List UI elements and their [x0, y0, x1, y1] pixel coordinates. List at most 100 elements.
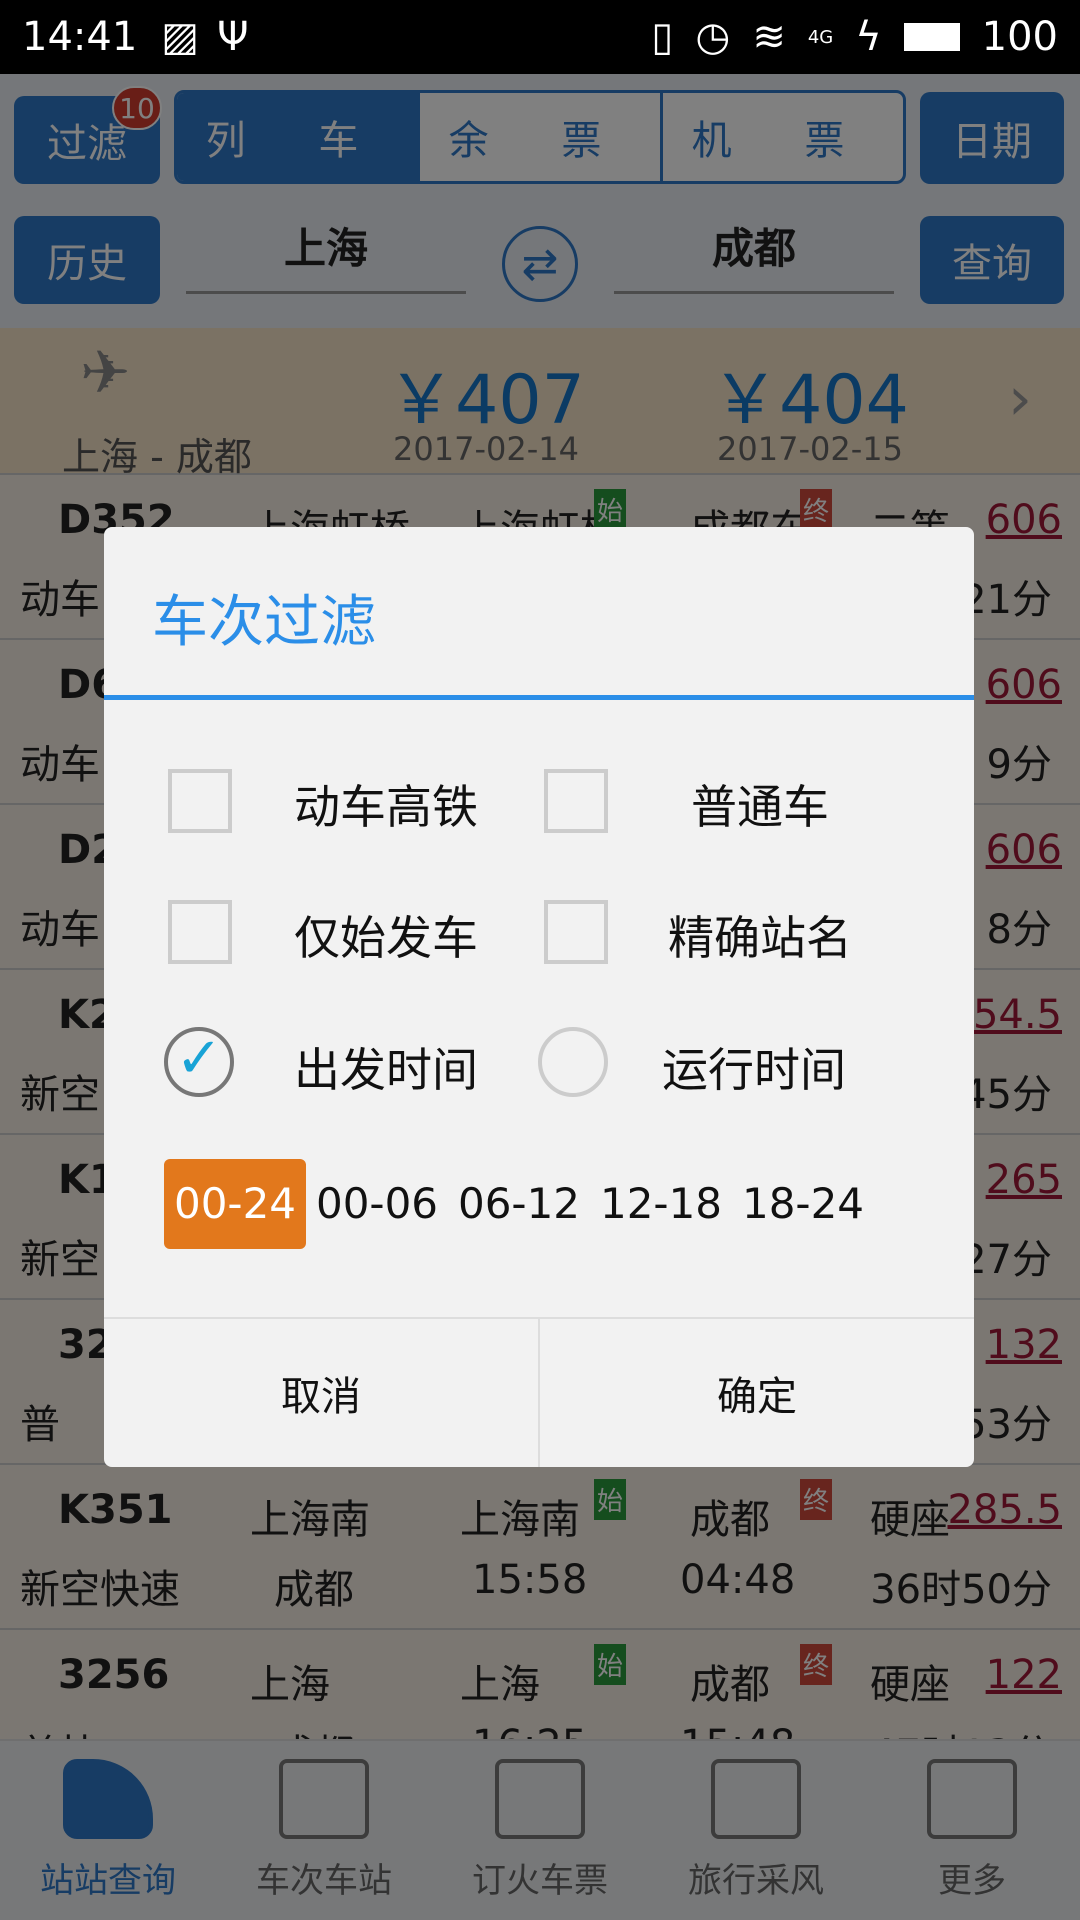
train-type: 新空快速 — [20, 1567, 180, 1613]
to-city[interactable]: 成都 — [614, 214, 894, 294]
train-type: 动车 — [20, 577, 100, 623]
flight-route: 上海 - 成都 — [62, 435, 252, 479]
chevron-right-icon[interactable]: › — [1008, 364, 1032, 434]
arrive-station: 成都 — [690, 1662, 770, 1708]
train-type: 新空 — [20, 1072, 100, 1118]
duration: 9分 — [986, 742, 1052, 788]
tab-remaining[interactable]: 余 票 — [417, 93, 660, 181]
ticket-price[interactable]: 285.5 — [947, 1487, 1062, 1533]
from-station: 上海 — [250, 1662, 330, 1708]
train-type: 动车 — [20, 742, 100, 788]
range-12-18[interactable]: 12-18 — [594, 1159, 728, 1249]
nav-train-station[interactable]: 车次车站 — [216, 1741, 432, 1920]
seat-type: 硬座 — [870, 1662, 950, 1708]
range-06-12[interactable]: 06-12 — [452, 1159, 586, 1249]
flight-date: 2017-02-15 — [717, 430, 903, 468]
ticket-price[interactable]: 54.5 — [973, 992, 1062, 1038]
filter-badge: 10 — [112, 86, 162, 130]
ticket-price[interactable]: 122 — [986, 1652, 1062, 1698]
flight-price: ￥407 — [387, 361, 585, 440]
flight-price: ￥404 — [711, 361, 909, 440]
alarm-icon: ◷ — [695, 14, 731, 60]
grid-icon — [927, 1759, 1017, 1839]
filter-dialog: 车次过滤 动车高铁 普通车 仅始发车 精确站名 ✓ 出发时间 运行时间 00-2… — [104, 527, 974, 1467]
ticket-icon — [495, 1759, 585, 1839]
ticket-price[interactable]: 606 — [986, 827, 1062, 873]
ticket-price[interactable]: 132 — [986, 1322, 1062, 1368]
duration: 45分 — [961, 1072, 1052, 1118]
option-label[interactable]: 精确站名 — [650, 902, 870, 968]
date-button[interactable]: 日期 — [920, 92, 1064, 184]
option-label[interactable]: 普通车 — [650, 771, 870, 837]
from-station: 上海南 — [250, 1497, 370, 1543]
header: 过滤 10 列 车 余 票 机 票 日期 历史 上海 ⇄ 成都 查询 — [0, 74, 1080, 328]
duration: 53分 — [961, 1402, 1052, 1448]
nav-label: 站站查询 — [40, 1861, 176, 1901]
radio-departure-time[interactable]: ✓ — [164, 1027, 234, 1097]
range-00-24[interactable]: 00-24 — [164, 1159, 306, 1249]
depart-time: 15:58 — [472, 1557, 588, 1603]
train-type: 新空 — [20, 1237, 100, 1283]
duration: 27分 — [961, 1237, 1052, 1283]
flight-banner[interactable]: ✈ 上海 - 成都 ￥407 2017-02-14 ￥404 2017-02-1… — [0, 328, 1080, 479]
duration: 21分 — [961, 577, 1052, 623]
end-tag: 终 — [800, 489, 833, 530]
radio-label[interactable]: 运行时间 — [644, 1034, 864, 1100]
train-type: 动车 — [20, 907, 100, 953]
radio-run-time[interactable] — [538, 1027, 608, 1097]
nav-book-ticket[interactable]: 订火车票 — [432, 1741, 648, 1920]
nav-label: 更多 — [938, 1861, 1006, 1901]
history-button[interactable]: 历史 — [14, 216, 160, 304]
from-city[interactable]: 上海 — [186, 214, 466, 294]
ticket-price[interactable]: 606 — [986, 662, 1062, 708]
swap-icon[interactable]: ⇄ — [502, 226, 578, 302]
ticket-price[interactable]: 606 — [986, 497, 1062, 543]
tab-flight[interactable]: 机 票 — [660, 93, 903, 181]
option-label[interactable]: 仅始发车 — [276, 902, 496, 968]
nav-station-query[interactable]: 站站查询 — [0, 1741, 216, 1920]
status-bar: 14:41 ▨ Ψ ▯ ◷ ≋ 4G ϟ 100 — [0, 0, 1080, 74]
start-tag: 始 — [594, 489, 627, 530]
battery-icon — [903, 23, 960, 51]
end-tag: 终 — [800, 1479, 833, 1520]
dialog-title: 车次过滤 — [152, 590, 376, 655]
checkbox-normal-train[interactable] — [544, 769, 608, 833]
vibrate-icon: ▯ — [651, 14, 674, 60]
nav-label: 旅行采风 — [688, 1861, 824, 1901]
end-tag: 终 — [800, 1644, 833, 1685]
dialog-actions: 取消 确定 — [104, 1317, 974, 1467]
airplane-icon: ✈ — [80, 338, 131, 408]
tab-train[interactable]: 列 车 — [177, 93, 417, 181]
clock: 14:41 — [22, 14, 138, 60]
duration: 8分 — [986, 907, 1052, 953]
nav-label: 车次车站 — [256, 1861, 392, 1901]
to-station: 成都 — [274, 1567, 354, 1613]
checkbox-exact-station[interactable] — [544, 900, 608, 964]
option-label[interactable]: 动车高铁 — [276, 771, 496, 837]
nav-travel[interactable]: 旅行采风 — [648, 1741, 864, 1920]
train-icon — [63, 1759, 153, 1839]
cancel-button[interactable]: 取消 — [104, 1319, 538, 1467]
range-18-24[interactable]: 18-24 — [736, 1159, 870, 1249]
depart-station: 上海南 — [460, 1497, 580, 1543]
arrive-station: 成都 — [690, 1497, 770, 1543]
radio-label[interactable]: 出发时间 — [276, 1034, 496, 1100]
nav-label: 订火车票 — [472, 1861, 608, 1901]
ticket-price[interactable]: 265 — [986, 1157, 1062, 1203]
wifi-icon: ≋ — [752, 14, 786, 60]
start-tag: 始 — [594, 1644, 627, 1685]
checkbox-emu-highspeed[interactable] — [168, 769, 232, 833]
checkbox-origin-only[interactable] — [168, 900, 232, 964]
nav-more[interactable]: 更多 — [864, 1741, 1080, 1920]
duration: 36时50分 — [870, 1567, 1052, 1613]
range-00-06[interactable]: 00-06 — [310, 1159, 444, 1249]
train-code: 3256 — [58, 1652, 170, 1698]
signal-icon: 4G — [807, 26, 834, 48]
query-button[interactable]: 查询 — [920, 216, 1064, 304]
seat-type: 硬座 — [870, 1497, 950, 1543]
train-row[interactable]: K351 新空快速 上海南 上海南 成都 硬座 285.5 成都 15:58 04:48 36时50… — [0, 1465, 1080, 1630]
depart-station: 上海 — [460, 1662, 540, 1708]
train-type: 普 — [20, 1402, 60, 1448]
start-tag: 始 — [594, 1479, 627, 1520]
ok-button[interactable]: 确定 — [538, 1319, 974, 1467]
